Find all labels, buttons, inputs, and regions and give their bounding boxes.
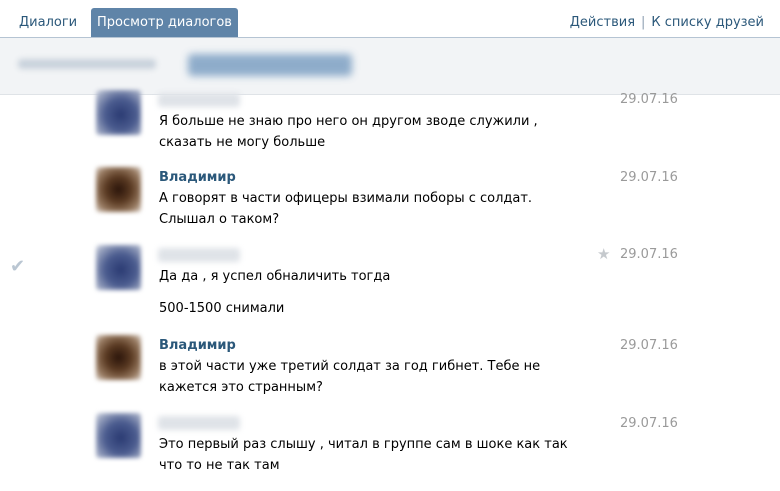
top-navigation: Диалоги Просмотр диалогов Действия | К спи…: [0, 0, 780, 38]
tab-dialogs[interactable]: Диалоги: [19, 8, 77, 37]
message-date: 29.07.16: [620, 92, 678, 107]
message-text: Да да , я успел обналичить тогда: [159, 269, 391, 284]
message-date: 29.07.16: [620, 170, 678, 185]
message-text: Это первый раз слышу , читал в группе са…: [159, 437, 568, 473]
message-author[interactable]: Владимир: [159, 170, 236, 185]
message-text: А говорят в части офицеры взимали поборы…: [159, 191, 533, 227]
message-row[interactable]: Владимир А говорят в части офицеры взима…: [0, 162, 780, 237]
message-text: Я больше не знаю про него он другом звод…: [159, 114, 538, 150]
tab-view-dialogs[interactable]: Просмотр диалогов: [91, 8, 238, 37]
star-icon[interactable]: ★: [597, 245, 610, 263]
avatar[interactable]: [96, 413, 141, 458]
avatar[interactable]: [96, 90, 141, 135]
message-date: 29.07.16: [620, 247, 678, 262]
message-row[interactable]: Владимир в этой части уже третий солдат …: [0, 330, 780, 405]
friends-list-link[interactable]: К списку друзей: [651, 15, 764, 30]
actions-link[interactable]: Действия: [570, 15, 635, 30]
message-row[interactable]: Я больше не знаю про него он другом звод…: [0, 82, 780, 154]
blurred-author-name[interactable]: [158, 416, 240, 430]
message-date: 29.07.16: [620, 416, 678, 431]
blurred-author-name[interactable]: [158, 248, 240, 262]
actions-separator: |: [641, 15, 646, 30]
blurred-toolbar-text: [18, 59, 156, 69]
message-date: 29.07.16: [620, 338, 678, 353]
header-actions: Действия | К списку друзей: [570, 8, 764, 37]
blurred-toolbar-button[interactable]: [188, 54, 352, 76]
message-row[interactable]: ✔ Да да , я успел обналичить тогда 500-1…: [0, 240, 780, 325]
avatar[interactable]: [96, 335, 141, 380]
check-icon[interactable]: ✔: [10, 256, 25, 277]
avatar[interactable]: [96, 245, 141, 290]
blurred-author-name[interactable]: [158, 93, 240, 107]
avatar[interactable]: [96, 167, 141, 212]
message-text-2: 500-1500 снимали: [159, 301, 285, 316]
message-row[interactable]: Это первый раз слышу , читал в группе са…: [0, 408, 780, 488]
message-author[interactable]: Владимир: [159, 338, 236, 353]
message-text: в этой части уже третий солдат за год ги…: [159, 359, 541, 395]
